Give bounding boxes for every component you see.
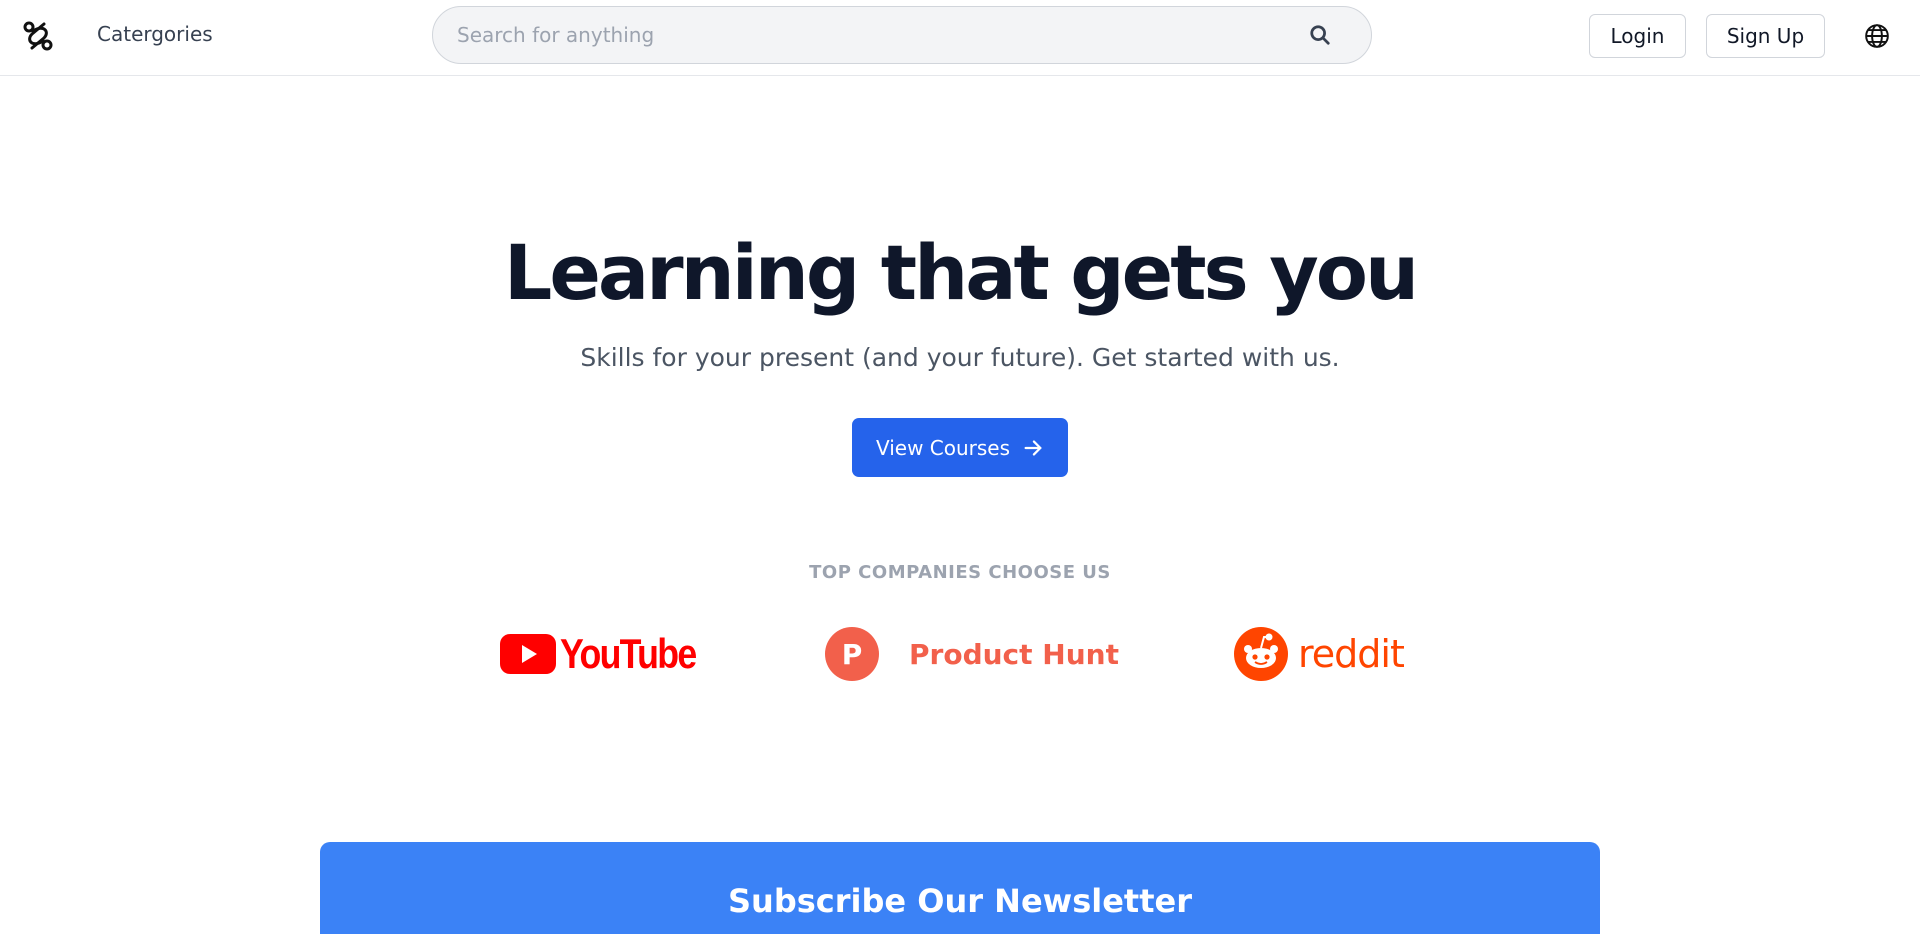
product-hunt-wordmark: Product Hunt <box>909 637 1119 671</box>
svg-text:P: P <box>842 638 863 671</box>
search-bar <box>432 6 1372 64</box>
newsletter-section: Subscribe Our Newsletter <box>320 842 1600 934</box>
globe-icon[interactable] <box>1864 23 1890 49</box>
categories-menu[interactable]: Catergories <box>97 22 213 46</box>
product-hunt-logo-icon: P <box>825 627 879 681</box>
newsletter-title: Subscribe Our Newsletter <box>728 882 1192 920</box>
reddit-wordmark: reddit <box>1298 632 1405 676</box>
hero-subtitle: Skills for your present (and your future… <box>580 343 1340 372</box>
search-icon[interactable] <box>1309 24 1331 46</box>
login-button[interactable]: Login <box>1589 14 1686 58</box>
companies-heading: TOP COMPANIES CHOOSE US <box>809 562 1111 583</box>
link-logo-icon[interactable] <box>20 18 56 54</box>
arrow-right-icon <box>1024 439 1042 456</box>
youtube-logo: YouTube <box>500 626 719 682</box>
product-hunt-logo: P Product Hunt <box>825 626 1119 682</box>
hero-title: Learning that gets you <box>503 228 1419 317</box>
youtube-logo-icon <box>500 634 556 674</box>
view-courses-button[interactable]: View Courses <box>852 418 1068 477</box>
reddit-logo: reddit <box>1234 626 1405 682</box>
search-input[interactable] <box>457 7 1277 63</box>
view-courses-label: View Courses <box>875 435 1011 460</box>
signup-button[interactable]: Sign Up <box>1706 14 1825 58</box>
youtube-wordmark: YouTube <box>560 630 697 677</box>
top-navbar: Catergories Login Sign Up <box>0 0 1920 76</box>
reddit-logo-icon <box>1234 627 1288 681</box>
